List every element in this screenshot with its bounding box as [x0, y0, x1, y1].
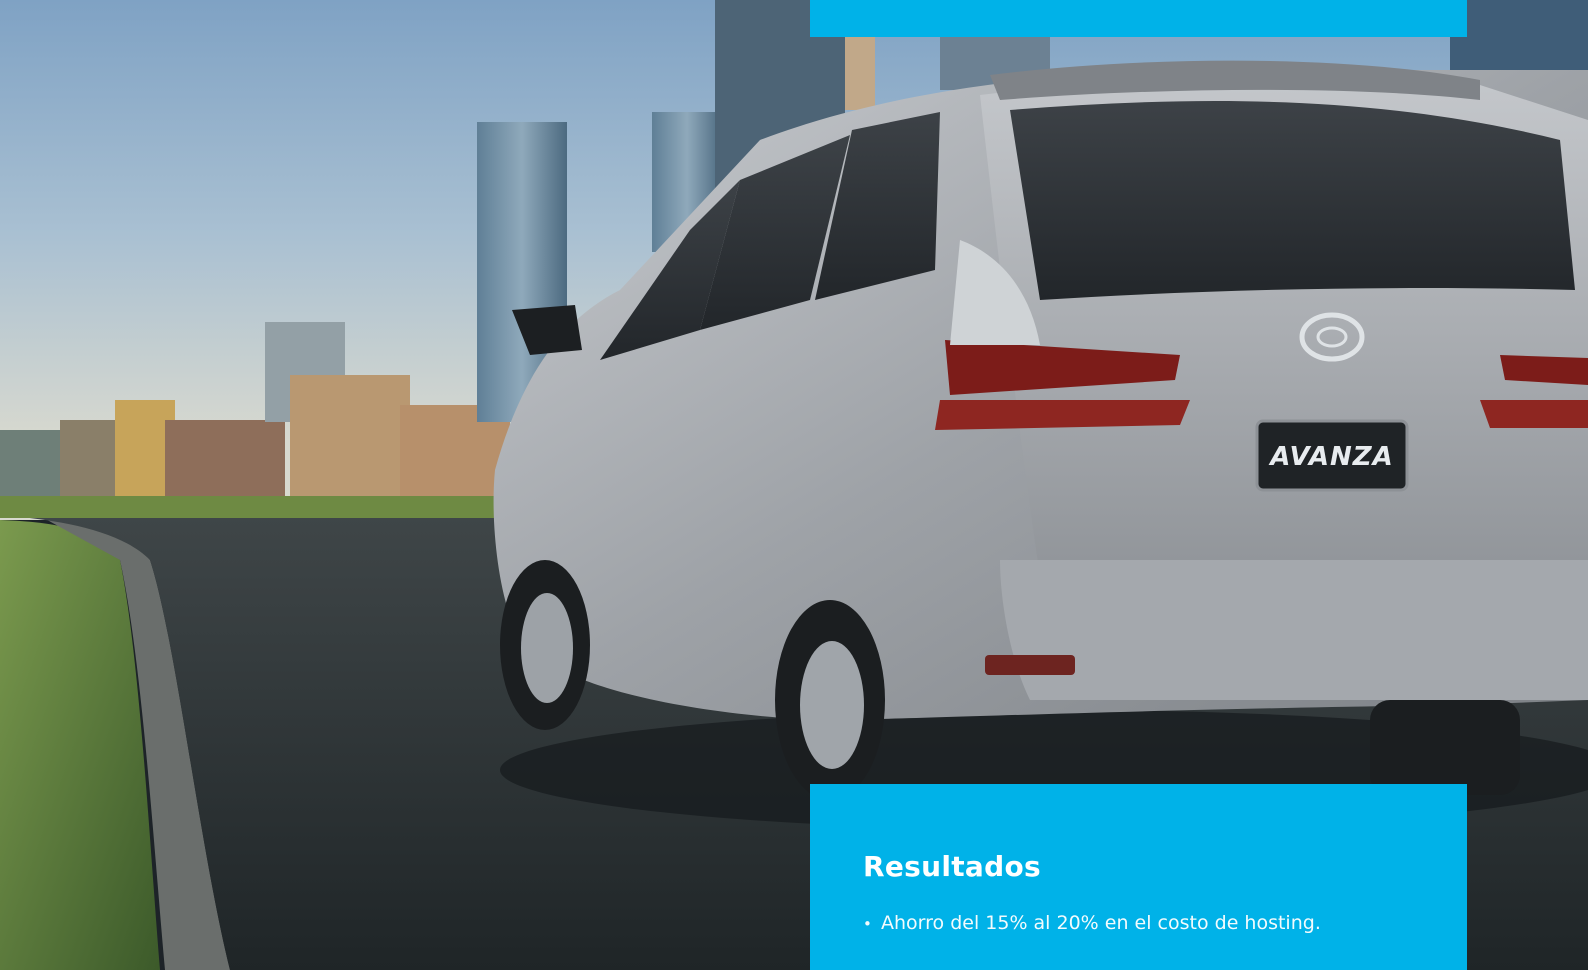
results-list: • Ahorro del 15% al 20% en el costo de h… [863, 911, 1415, 936]
top-accent-panel [810, 0, 1467, 37]
bullet-icon: • [863, 915, 872, 933]
results-title: Resultados [863, 850, 1041, 883]
list-item: • Ahorro del 15% al 20% en el costo de h… [863, 911, 1415, 936]
page-stage: AVANZA Resultados • Ahorro del 15% al 20… [0, 0, 1588, 970]
plate-text: AVANZA [1268, 442, 1394, 472]
results-card: Resultados • Ahorro del 15% al 20% en el… [810, 784, 1467, 970]
results-item-text: Ahorro del 15% al 20% en el costo de hos… [881, 912, 1321, 934]
